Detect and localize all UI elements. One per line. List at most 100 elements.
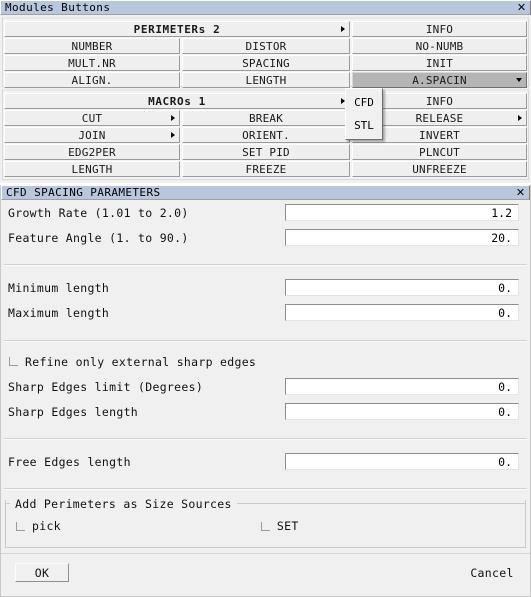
menu-cell-label: INFO [425,94,454,108]
macros-edg2per-button[interactable]: EDG2PER [4,144,180,160]
cancel-button[interactable]: Cancel [460,563,524,582]
submenu-item-label: STL [354,119,374,132]
perimeters-spacing-button[interactable]: SPACING [182,55,350,71]
size-sources-group-inner: pick SET [6,506,525,546]
size-sources-group-title-bar: Add Perimeters as Size Sources [6,497,525,511]
menu-row: ALIGN. LENGTH A.SPACIN [4,72,527,88]
feature-angle-row: Feature Angle (1. to 90.) 20. [1,225,530,250]
macros-menu-block: MACROs 1 INFO CUT BREAK RELEASE JOIN ORI… [2,89,529,180]
modules-buttons-window: Modules Buttons ✕ PERIMETERs 2 INFO NUMB… [0,0,531,183]
chevron-down-icon [516,78,522,82]
perimeters-distor-button[interactable]: DISTOR [182,38,350,54]
perimeters-no-numb-button[interactable]: NO-NUMB [352,38,527,54]
minimum-length-input[interactable]: 0. [285,279,519,296]
macros-length-button[interactable]: LENGTH [4,161,180,177]
perimeters-mult-nr-button[interactable]: MULT.NR [4,55,180,71]
menu-cell-label: INIT [425,56,454,70]
submenu-arrow-icon [171,115,175,121]
macros-unfreeze-button[interactable]: UNFREEZE [352,161,527,177]
menu-cell-label: EDG2PER [68,145,116,159]
macros-join-button[interactable]: JOIN [4,127,180,143]
maximum-length-label: Maximum length [8,305,110,320]
menu-cell-label: LENGTH [245,73,287,87]
perimeters-length-button[interactable]: LENGTH [182,72,350,88]
close-icon[interactable]: ✕ [514,186,527,199]
group-border-right [236,502,525,504]
cfd-dialog-body: Growth Rate (1.01 to 2.0) 1.2 Feature An… [1,200,530,548]
sharp-edges-limit-label: Sharp Edges limit (Degrees) [8,379,204,394]
menu-cell-label: JOIN [78,128,106,142]
perimeters-info-button[interactable]: INFO [352,21,527,37]
sharp-edges-limit-input[interactable]: 0. [285,378,519,395]
growth-rate-row: Growth Rate (1.01 to 2.0) 1.2 [1,200,530,225]
feature-angle-input[interactable]: 20. [285,229,519,246]
feature-angle-label: Feature Angle (1. to 90.) [8,230,189,245]
submenu-arrow-icon [171,132,175,138]
menu-cell-label: INFO [425,22,454,36]
checkbox-icon[interactable] [260,521,270,531]
perimeters-init-button[interactable]: INIT [352,55,527,71]
pick-checkbox-row[interactable]: pick [16,514,61,539]
menu-cell-label: CUT [81,111,103,125]
cfd-dialog-titlebar: CFD SPACING PARAMETERS ✕ [1,185,530,200]
menu-cell-label: NUMBER [71,39,113,53]
submenu-arrow-icon [341,26,345,32]
menu-row: CUT BREAK RELEASE [4,110,527,126]
free-edges-length-row: Free Edges length 0. [1,449,530,474]
checkbox-icon[interactable] [9,357,18,366]
menu-cell-label: FREEZE [245,162,287,176]
submenu-item-label: CFD [354,96,374,109]
menu-cell-label: A.SPACIN [412,73,467,87]
set-checkbox-row[interactable]: SET [260,514,299,539]
ok-button[interactable]: OK [15,563,69,582]
growth-rate-input[interactable]: 1.2 [285,204,519,221]
macros-break-button[interactable]: BREAK [182,110,350,126]
modules-window-title: Modules Buttons [5,1,111,14]
menu-cell-label: UNFREEZE [412,162,467,176]
set-label: SET [276,519,299,533]
refine-external-sharp-edges-row[interactable]: Refine only external sharp edges [1,349,530,374]
sharp-edges-length-label: Sharp Edges length [8,404,139,419]
maximum-length-input[interactable]: 0. [285,304,519,321]
menu-cell-label: NO-NUMB [415,39,464,53]
macros-cut-button[interactable]: CUT [4,110,180,126]
macros-header-label: MACROs 1 [148,94,206,108]
macros-header-button[interactable]: MACROs 1 [4,93,350,109]
sharp-edges-limit-row: Sharp Edges limit (Degrees) 0. [1,374,530,399]
menu-row: NUMBER DISTOR NO-NUMB [4,38,527,54]
menu-cell-label: PLNCUT [419,145,460,159]
sharp-edges-length-input[interactable]: 0. [285,403,519,420]
macros-plncut-button[interactable]: PLNCUT [352,144,527,160]
menu-row: JOIN ORIENT. INVERT [4,127,527,143]
a-spacin-submenu-popup: CFD STL [345,88,383,140]
close-icon[interactable]: ✕ [515,1,528,14]
perimeters-menu-block: PERIMETERs 2 INFO NUMBER DISTOR NO-NUMB … [2,17,529,88]
submenu-item-cfd[interactable]: CFD [346,91,382,114]
menu-row: PERIMETERs 2 INFO [4,21,527,37]
menu-cell-label: BREAK [248,111,284,125]
menu-row: MULT.NR SPACING INIT [4,55,527,71]
perimeters-header-label: PERIMETERs 2 [133,22,221,36]
cfd-dialog-footer: OK Cancel [1,553,530,596]
perimeters-a-spacin-button[interactable]: A.SPACIN [352,72,527,88]
menu-row: MACROs 1 INFO [4,93,527,109]
pick-label: pick [32,519,61,533]
perimeters-align-button[interactable]: ALIGN. [4,72,180,88]
menu-row: LENGTH FREEZE UNFREEZE [4,161,527,177]
size-sources-groupbox: Add Perimeters as Size Sources pick SET [5,497,526,548]
modules-titlebar: Modules Buttons ✕ [0,0,531,15]
growth-rate-label: Growth Rate (1.01 to 2.0) [8,205,189,220]
menu-cell-label: LENGTH [71,162,113,176]
checkbox-icon[interactable] [16,521,25,531]
submenu-item-stl[interactable]: STL [346,114,382,137]
maximum-length-row: Maximum length 0. [1,300,530,325]
macros-freeze-button[interactable]: FREEZE [182,161,350,177]
macros-orient-button[interactable]: ORIENT. [182,127,350,143]
perimeters-header-button[interactable]: PERIMETERs 2 [4,21,350,37]
free-edges-length-label: Free Edges length [8,454,131,469]
minimum-length-row: Minimum length 0. [1,275,530,300]
macros-set-pid-button[interactable]: SET PID [182,144,350,160]
free-edges-length-input[interactable]: 0. [285,453,519,470]
menu-cell-label: SPACING [242,56,290,70]
perimeters-number-button[interactable]: NUMBER [4,38,180,54]
